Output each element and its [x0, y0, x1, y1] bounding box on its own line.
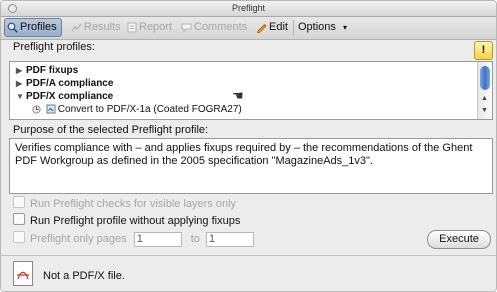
close-window-button[interactable]: [8, 4, 17, 13]
to-page-field[interactable]: 1: [206, 231, 254, 247]
profiles-tree[interactable]: ▶ PDF fixups ▶ PDF/A compliance ▼ PDF/X com…: [9, 61, 493, 120]
tree-item-label: PDF/X compliance: [26, 91, 114, 102]
report-icon: [127, 22, 137, 33]
results-icon: [71, 23, 82, 32]
without-fixups-option[interactable]: Run Preflight profile without applying f…: [13, 213, 240, 228]
only-pages-option[interactable]: Preflight only pages 1 to 1: [13, 231, 254, 247]
disclosure-triangle-icon[interactable]: ▶: [16, 77, 26, 90]
profiles-heading: Preflight profiles:: [13, 41, 95, 53]
tree-item-label: PDF fixups: [26, 65, 79, 76]
chevron-down-icon: ▾: [342, 23, 347, 32]
toolbar: Profiles Results Report Comments Edit Op…: [1, 17, 496, 40]
clock-icon: [32, 105, 41, 114]
magnifier-icon: [7, 22, 18, 33]
execute-button[interactable]: Execute: [427, 230, 491, 249]
pdf-glyph-icon: [17, 271, 29, 280]
visible-layers-option[interactable]: Run Preflight checks for visible layers …: [13, 196, 236, 211]
comment-icon: [181, 23, 192, 33]
tree-item-label: PDF/A compliance: [26, 78, 114, 89]
title-bar: Preflight: [1, 1, 496, 17]
disclosure-triangle-open-icon[interactable]: ▼: [16, 90, 26, 103]
without-fixups-label: Run Preflight profile without applying f…: [30, 215, 241, 227]
only-pages-checkbox[interactable]: [13, 231, 25, 243]
window-title: Preflight: [231, 3, 266, 13]
tree-scrollbar[interactable]: ▲ ▼: [477, 62, 492, 119]
tab-comments-label: Comments: [194, 21, 248, 33]
tab-report-label: Report: [139, 21, 173, 33]
status-message: Not a PDF/X file.: [43, 270, 125, 282]
edit-button-label: Edit: [269, 21, 288, 33]
purpose-text: Verifies compliance with – and applies f…: [9, 138, 493, 194]
only-pages-label: Preflight only pages: [30, 233, 127, 245]
scrollbar-thumb[interactable]: [480, 66, 490, 90]
purpose-heading: Purpose of the selected Preflight profil…: [13, 124, 209, 136]
visible-layers-label: Run Preflight checks for visible layers …: [30, 198, 237, 210]
tree-item-label: Convert to PDF/X-1a (Coated FOGRA27): [57, 104, 242, 115]
tree-item-pdfa-compliance[interactable]: ▶ PDF/A compliance: [16, 77, 113, 90]
to-label: to: [190, 233, 200, 245]
toolbar-divider: [293, 20, 294, 36]
tab-report[interactable]: Report: [127, 19, 172, 36]
tab-results[interactable]: Results: [71, 19, 121, 36]
tab-comments[interactable]: Comments: [181, 19, 247, 36]
edit-button[interactable]: Edit: [256, 19, 288, 36]
profile-fixup-icon: [46, 104, 56, 114]
warning-icon[interactable]: !: [474, 41, 493, 60]
tab-profiles[interactable]: Profiles: [4, 18, 62, 37]
scroll-up-icon[interactable]: ▲: [481, 95, 488, 102]
status-bar: Not a PDF/X file.: [1, 255, 496, 291]
without-fixups-checkbox[interactable]: [13, 213, 25, 225]
options-menu[interactable]: Options ▾: [298, 19, 347, 36]
tab-profiles-label: Profiles: [20, 21, 57, 33]
options-menu-label: Options: [298, 21, 336, 33]
preflight-window: Preflight Profiles Results Report Commen…: [0, 0, 497, 292]
visible-layers-checkbox[interactable]: [13, 196, 25, 208]
hand-cursor-icon: ☚: [232, 88, 244, 103]
pdf-document-icon: [13, 261, 33, 286]
pencil-icon: [256, 23, 267, 33]
tab-results-label: Results: [84, 21, 121, 33]
scroll-down-icon[interactable]: ▼: [481, 107, 488, 114]
tree-item-pdfx-compliance[interactable]: ▼ PDF/X compliance: [16, 90, 113, 103]
disclosure-triangle-icon[interactable]: ▶: [16, 64, 26, 77]
tree-item-convert-pdfx1a[interactable]: Convert to PDF/X-1a (Coated FOGRA27): [32, 103, 242, 116]
tree-item-pdf-fixups[interactable]: ▶ PDF fixups: [16, 64, 78, 77]
from-page-field[interactable]: 1: [133, 231, 182, 247]
